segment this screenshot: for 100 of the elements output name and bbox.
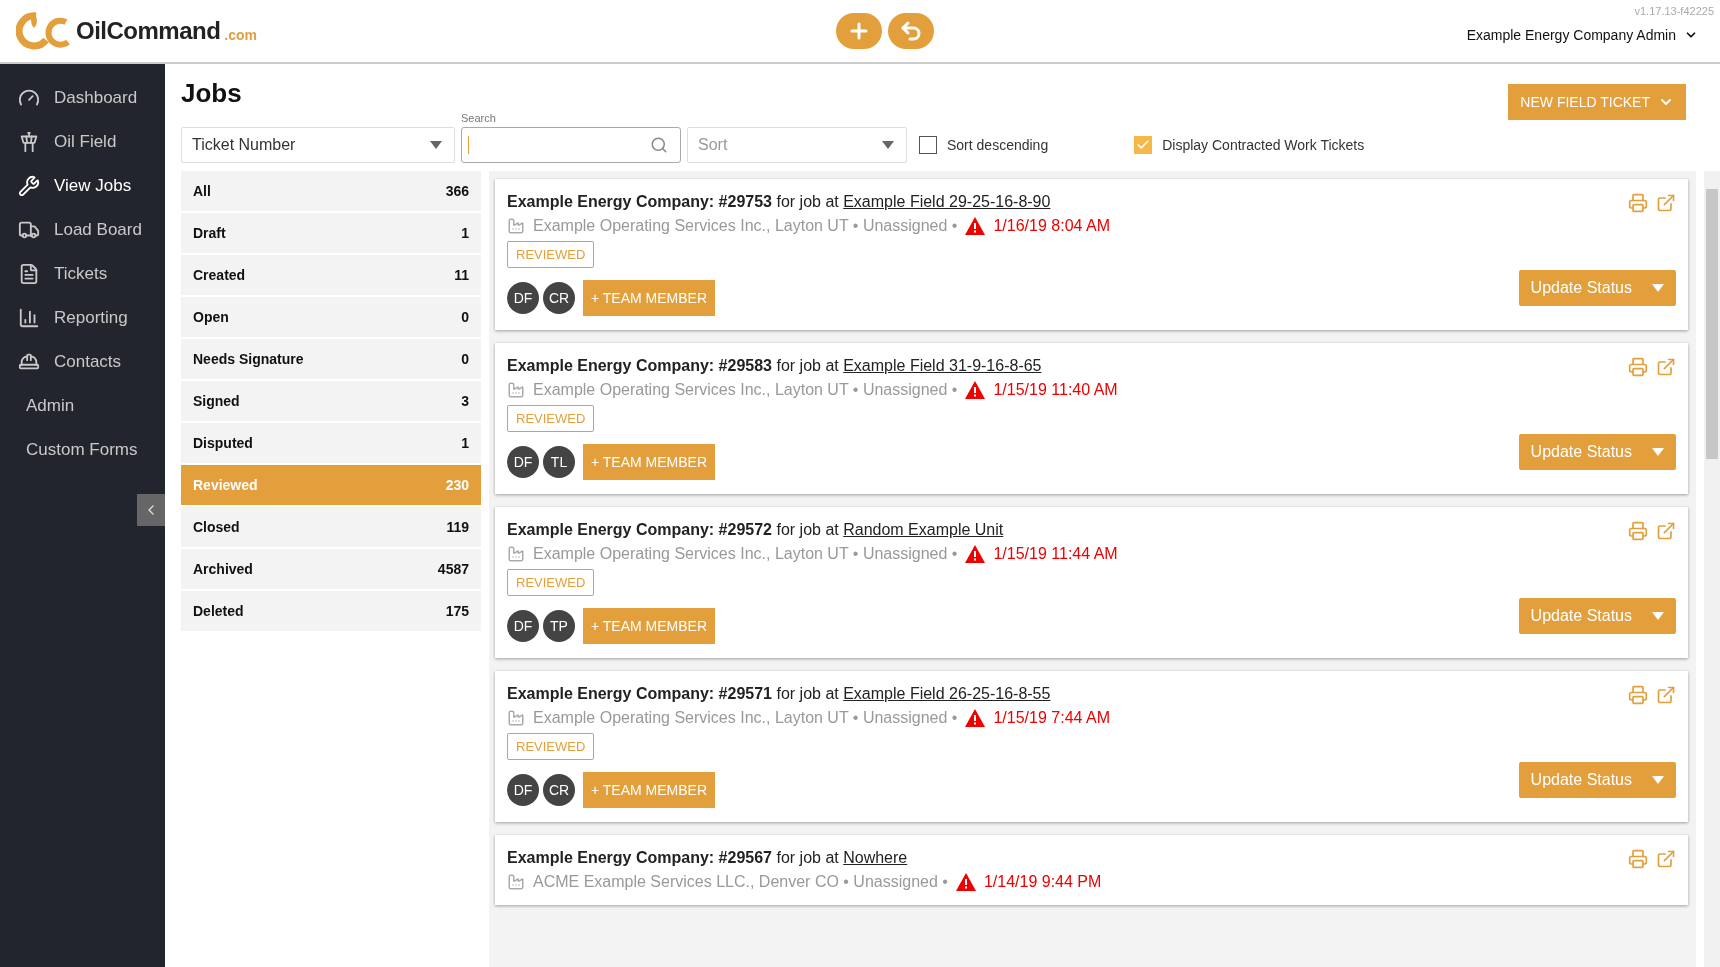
search-field[interactable] [461,127,681,163]
filter-count: 1 [461,435,469,451]
location-link[interactable]: Example Field 29-25-16-8-90 [843,193,1051,210]
filter-count: 3 [461,393,469,409]
status-tag: REVIEWED [507,733,595,760]
job-title: Example Energy Company: #29753 [507,193,772,210]
status-tag: REVIEWED [507,241,595,268]
document-icon [18,263,40,285]
collapse-button[interactable] [137,494,165,526]
search-label: Search [461,112,497,124]
status-filter[interactable]: All 366 [181,171,481,211]
filter-count: 175 [445,603,469,619]
status-filter[interactable]: Draft 1 [181,213,481,253]
filter-label: All [193,183,211,199]
checkbox-label: Display Contracted Work Tickets [1162,137,1365,153]
external-link-icon[interactable] [1656,849,1676,869]
filter-count: 4587 [437,561,469,577]
contracted-checkbox[interactable] [1134,136,1153,154]
sidebar-item[interactable]: Reporting [0,296,165,340]
tower-icon [18,131,40,153]
warning-icon [965,545,986,563]
warning-icon [965,217,986,235]
status-tag: REVIEWED [507,405,595,432]
filter-count: 11 [454,267,469,283]
filter-label: Closed [193,519,240,535]
member-avatar: DF [507,774,539,806]
status-filter[interactable]: Deleted 175 [181,591,481,631]
check-icon [1136,138,1151,152]
filter-count: 366 [445,183,469,199]
sidebar-item[interactable]: Admin [0,384,165,428]
filter-count: 230 [445,477,469,493]
location-link[interactable]: Nowhere [843,849,908,866]
external-link-icon[interactable] [1656,193,1676,213]
print-icon[interactable] [1628,685,1648,705]
sidebar-item[interactable]: Oil Field [0,120,165,164]
job-connector: for job at [776,685,839,702]
status-filter[interactable]: Closed 119 [181,507,481,547]
page-title: Jobs [181,78,242,109]
location-link[interactable]: Random Example Unit [843,521,1004,538]
filter-label: Open [193,309,229,325]
job-date: 1/14/19 9:44 PM [983,873,1102,891]
job-connector: for job at [776,193,839,210]
filter-count: 0 [461,351,469,367]
status-filter[interactable]: Archived 4587 [181,549,481,589]
search-icon [650,136,668,154]
member-avatar: DF [507,446,539,478]
status-filter[interactable]: Created 11 [181,255,481,295]
sidebar-item[interactable]: Contacts [0,340,165,384]
filter-count: 1 [461,225,469,241]
factory-icon [507,545,525,563]
job-connector: for job at [776,849,839,866]
job-date: 1/15/19 7:44 AM [993,709,1110,727]
warning-icon [965,381,986,399]
status-filter[interactable]: Open 0 [181,297,481,337]
job-title: Example Energy Company: #29567 [507,849,772,866]
undo-button[interactable] [888,13,934,49]
chart-icon [18,307,40,329]
sidebar-item[interactable]: View Jobs [0,164,165,208]
member-avatar: DF [507,282,539,314]
external-link-icon[interactable] [1656,521,1676,541]
job-meta: Example Operating Services Inc., Layton UT • Unassigned • [533,709,958,727]
factory-icon [507,381,525,399]
checkbox-label: Sort descending [947,137,1049,153]
logo-icon [16,10,72,52]
job-meta: Example Operating Services Inc., Layton UT • Unassigned • [533,545,958,563]
sidebar-item[interactable]: Custom Forms [0,428,165,472]
status-filter[interactable]: Signed 3 [181,381,481,421]
version-text: v1.17.13-f42225 [1634,5,1714,17]
sidebar-item[interactable]: Tickets [0,252,165,296]
job-title: Example Energy Company: #29571 [507,685,772,702]
add-button[interactable] [836,13,882,49]
job-meta: Example Operating Services Inc., Layton UT • Unassigned • [533,381,958,399]
print-icon[interactable] [1628,193,1648,213]
status-filter[interactable]: Needs Signature 0 [181,339,481,379]
sidebar-item[interactable]: Dashboard [0,76,165,120]
caret-icon [1652,284,1664,292]
field-select[interactable]: Ticket Number [181,127,455,163]
scrollbar[interactable] [1704,171,1720,967]
print-icon[interactable] [1628,521,1648,541]
job-meta: ACME Example Services LLC., Denver CO • Unassigned • [533,873,948,891]
filter-count: 119 [446,519,469,535]
print-icon[interactable] [1628,357,1648,377]
status-tag: REVIEWED [507,569,595,596]
caret-icon [1652,448,1664,456]
external-link-icon[interactable] [1656,357,1676,377]
warning-icon [965,709,986,727]
location-link[interactable]: Example Field 31-9-16-8-65 [843,357,1042,374]
sort-descending-checkbox[interactable] [919,136,937,154]
status-filter[interactable]: Disputed 1 [181,423,481,463]
job-date: 1/15/19 11:40 AM [993,381,1118,399]
filter-label: Disputed [193,435,253,451]
location-link[interactable]: Example Field 26-25-16-8-55 [843,685,1051,702]
caret-icon [882,141,894,149]
external-link-icon[interactable] [1656,685,1676,705]
sidebar-item[interactable]: Load Board [0,208,165,252]
truck-icon [18,219,40,241]
filter-label: Draft [193,225,226,241]
account-menu[interactable]: Example Energy Company Admin [1460,26,1704,44]
print-icon[interactable] [1628,849,1648,869]
filter-label: Deleted [193,603,244,619]
